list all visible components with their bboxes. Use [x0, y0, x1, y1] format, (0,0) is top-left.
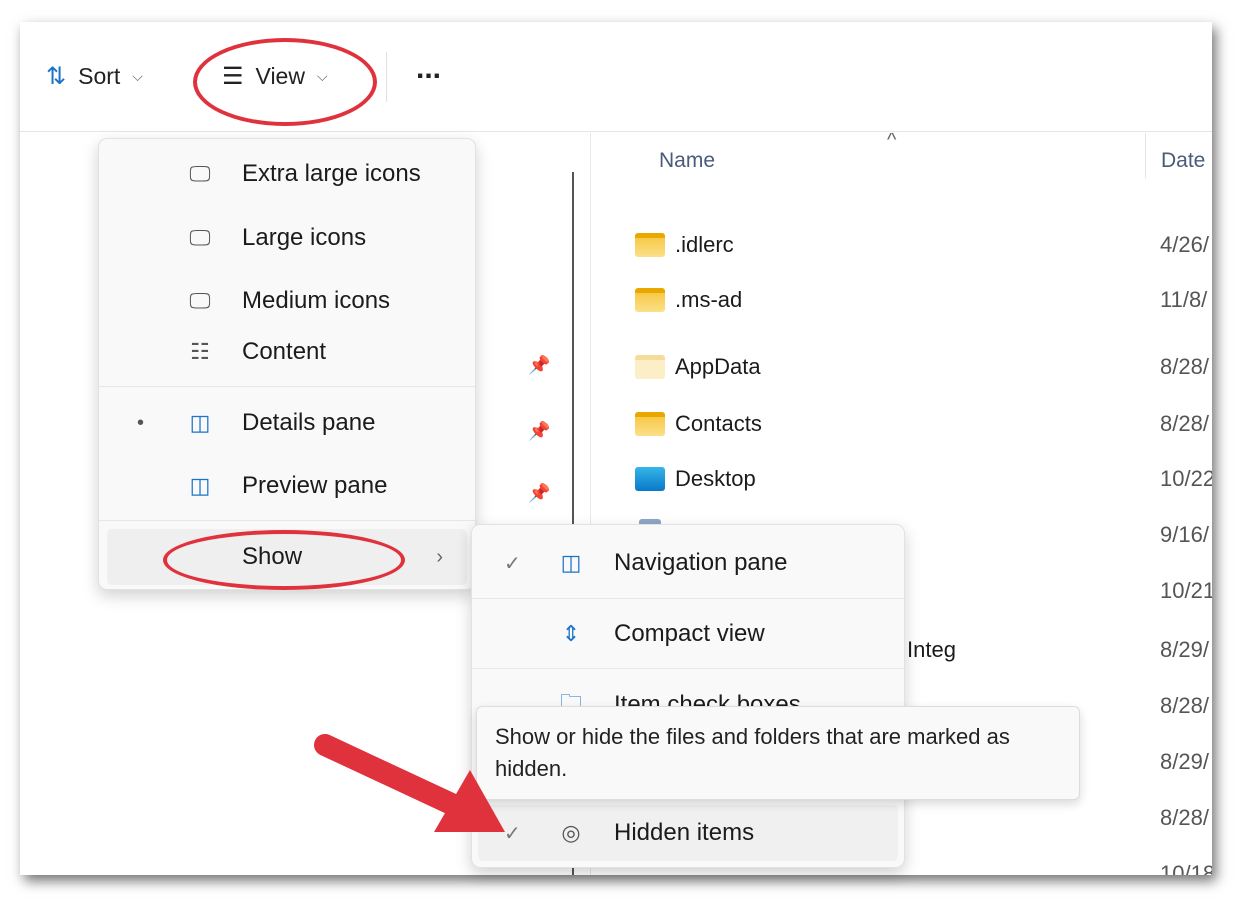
annotation-arrow [314, 734, 505, 832]
arrow-shaft [314, 734, 471, 819]
